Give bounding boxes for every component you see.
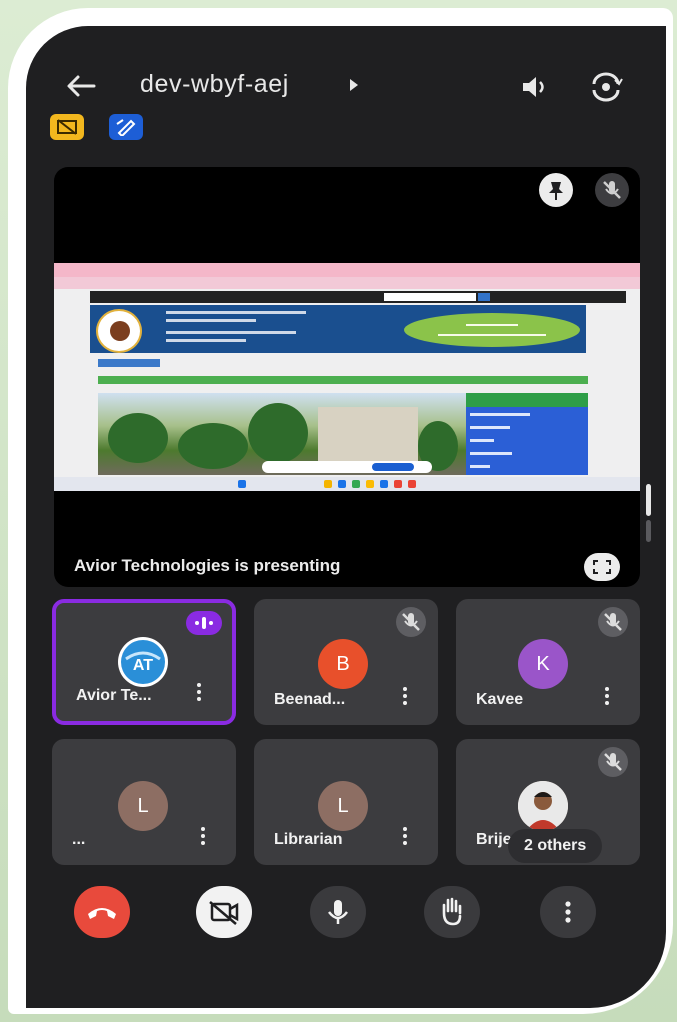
more-options-icon[interactable]: [604, 687, 610, 707]
others-count[interactable]: 2 others: [508, 829, 603, 863]
top-bar: dev-wbyf-aej: [26, 26, 666, 146]
raise-hand-button[interactable]: [424, 886, 480, 938]
meet-screen: dev-wbyf-aej Avior Technologies is prese…: [26, 26, 666, 1008]
raise-hand-icon: [442, 897, 462, 926]
participant-name: Kavee: [476, 691, 524, 708]
presenting-label: Avior Technologies is presenting: [74, 556, 341, 575]
mic-off-icon: [396, 607, 426, 637]
college-banner: [90, 305, 586, 353]
camera-toggle-button[interactable]: [196, 886, 252, 938]
microphone-button[interactable]: [310, 886, 366, 938]
mic-off-icon: [595, 173, 629, 207]
useful-links-panel: [466, 393, 588, 475]
scrollbar-track: [646, 520, 651, 542]
camera-off-icon: [209, 901, 239, 925]
caret-right-icon[interactable]: [348, 78, 360, 92]
screen-share-off-icon: [50, 114, 84, 140]
participant-tile[interactable]: L ...: [52, 739, 236, 865]
pen-edit-icon: [109, 114, 143, 140]
participant-name: Librarian: [274, 831, 343, 848]
switch-camera-icon[interactable]: [589, 72, 623, 102]
speaking-indicator-icon: [186, 611, 222, 635]
pin-icon[interactable]: [539, 173, 573, 207]
avatar: AT: [118, 637, 168, 687]
participant-tile[interactable]: L Librarian: [254, 739, 438, 865]
college-logo: [96, 309, 142, 353]
participant-name: Beenad...: [274, 691, 346, 708]
more-options-icon[interactable]: [402, 687, 408, 707]
back-arrow-icon[interactable]: [64, 72, 98, 100]
speaker-icon[interactable]: [520, 74, 552, 100]
svg-text:AT: AT: [133, 657, 153, 674]
more-vertical-icon: [565, 901, 571, 923]
more-options-icon[interactable]: [196, 683, 202, 703]
fullscreen-icon[interactable]: [584, 553, 620, 581]
shared-screen-image: [54, 263, 640, 491]
mic-off-icon: [598, 747, 628, 777]
participant-tile[interactable]: AT Avior Te...: [52, 599, 236, 725]
participant-tile[interactable]: Brije 2 others: [456, 739, 640, 865]
end-call-button[interactable]: [74, 886, 130, 938]
scrollbar-thumb[interactable]: [646, 484, 651, 516]
avatar: L: [118, 781, 168, 831]
participant-name: ...: [72, 831, 86, 848]
meeting-code[interactable]: dev-wbyf-aej: [140, 70, 289, 99]
participant-tile[interactable]: B Beenad...: [254, 599, 438, 725]
participant-name: Avior Te...: [76, 687, 152, 704]
more-options-icon[interactable]: [200, 827, 206, 847]
more-options-button[interactable]: [540, 886, 596, 938]
participant-tile[interactable]: K Kavee: [456, 599, 640, 725]
presentation-tile[interactable]: Avior Technologies is presenting: [54, 167, 640, 587]
participant-name: Brije: [476, 831, 512, 848]
avatar: B: [318, 639, 368, 689]
mic-off-icon: [598, 607, 628, 637]
microphone-icon: [328, 900, 348, 924]
avatar: K: [518, 639, 568, 689]
avatar-photo: [518, 781, 568, 831]
phone-hangup-icon: [88, 908, 116, 919]
more-options-icon[interactable]: [402, 827, 408, 847]
avatar: L: [318, 781, 368, 831]
